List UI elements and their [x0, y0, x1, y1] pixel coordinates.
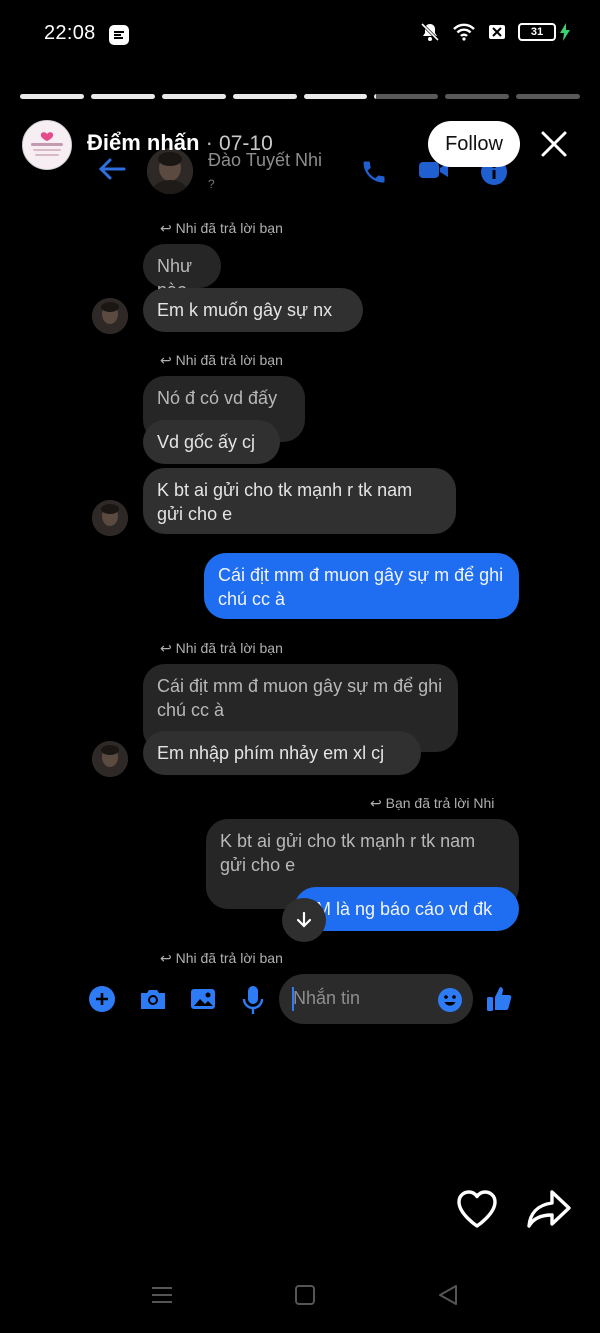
story-highlight-title: Điểm nhấn · 07-10	[87, 130, 273, 156]
progress-fill	[20, 94, 84, 99]
progress-fill	[161, 94, 226, 99]
share-icon[interactable]	[526, 1188, 572, 1230]
microphone-icon[interactable]	[242, 985, 264, 1015]
story-progress	[20, 94, 580, 99]
progress-segment-6	[374, 94, 439, 99]
outgoing-message[interactable]: Cái địt mm đ muon gây sự m để ghi chú cc…	[204, 553, 519, 619]
home-icon[interactable]	[294, 1283, 316, 1307]
reply-arrow-icon: ↩	[370, 795, 386, 811]
like-icon[interactable]	[485, 985, 513, 1013]
emoji-icon[interactable]	[437, 987, 463, 1013]
heart-icon[interactable]	[455, 1188, 499, 1230]
highlight-name: Điểm nhấn	[87, 130, 200, 155]
incoming-message[interactable]: Vd gốc ấy cj	[143, 420, 280, 464]
sender-avatar	[92, 741, 128, 777]
story-avatar[interactable]	[22, 120, 72, 170]
status-icons: 31	[420, 22, 570, 42]
progress-segment-8	[516, 94, 580, 99]
wifi-icon	[453, 23, 475, 41]
back-arrow-icon	[98, 158, 126, 180]
incoming-message[interactable]: Em k muốn gây sự nx	[143, 288, 363, 332]
close-icon[interactable]	[538, 128, 570, 160]
progress-segment-7	[445, 94, 510, 99]
sender-avatar	[92, 500, 128, 536]
battery-level: 31	[518, 23, 556, 41]
reply-indicator: ↩ Nhi đã trả lời bạn	[160, 220, 283, 236]
incoming-message[interactable]: K bt ai gửi cho tk mạnh r tk nam gửi cho…	[143, 468, 456, 534]
reply-indicator: ↩ Nhi đã trả lời bạn	[160, 352, 283, 368]
charging-icon	[560, 23, 570, 41]
progress-segment-4	[232, 94, 297, 99]
progress-fill	[374, 94, 377, 99]
contact-status: ?	[208, 177, 215, 191]
sim-none-icon	[489, 25, 505, 39]
progress-segment-2	[90, 94, 155, 99]
gallery-icon[interactable]	[189, 985, 217, 1013]
outgoing-message[interactable]: M là ng báo cáo vd đk	[294, 887, 519, 931]
mute-notifications-icon	[420, 22, 440, 42]
reply-arrow-icon: ↩	[160, 220, 176, 236]
scroll-down-button[interactable]	[282, 898, 326, 942]
message-placeholder: Nhắn tin	[293, 988, 361, 1008]
progress-segment-5	[303, 94, 368, 99]
app-notification-icon	[108, 24, 130, 51]
camera-icon[interactable]	[138, 985, 168, 1013]
clipped-reply-row: ↩ Nhi đã trả lời bạn	[0, 950, 600, 963]
status-time: 22:08	[44, 22, 96, 44]
progress-fill	[303, 94, 368, 99]
progress-segment-1	[20, 94, 84, 99]
reply-indicator: ↩ Nhi đã trả lời bạn	[160, 950, 283, 963]
message-input[interactable]: Nhắn tin	[279, 974, 473, 1024]
progress-fill	[90, 94, 155, 99]
quoted-message: Như nào	[143, 244, 221, 300]
reply-arrow-icon: ↩	[160, 352, 176, 368]
progress-segment-3	[161, 94, 226, 99]
recent-apps-icon[interactable]	[150, 1283, 174, 1307]
add-icon[interactable]	[88, 985, 116, 1013]
follow-button[interactable]: Follow	[428, 121, 520, 167]
arrow-down-icon	[296, 911, 312, 928]
reply-indicator: ↩ Nhi đã trả lời bạn	[160, 640, 283, 656]
reply-arrow-icon: ↩	[160, 640, 176, 656]
battery-icon: 31	[518, 23, 570, 41]
phone-call-icon	[363, 161, 385, 183]
reply-indicator: ↩ Bạn đã trả lời Nhi	[370, 795, 495, 811]
reply-arrow-icon: ↩	[160, 950, 176, 963]
incoming-message[interactable]: Em nhập phím nhảy em xl cj	[143, 731, 421, 775]
title-separator: ·	[205, 130, 213, 155]
sender-avatar	[92, 298, 128, 334]
back-icon[interactable]	[436, 1283, 460, 1307]
progress-fill	[232, 94, 297, 99]
story-date: 07-10	[219, 132, 273, 155]
